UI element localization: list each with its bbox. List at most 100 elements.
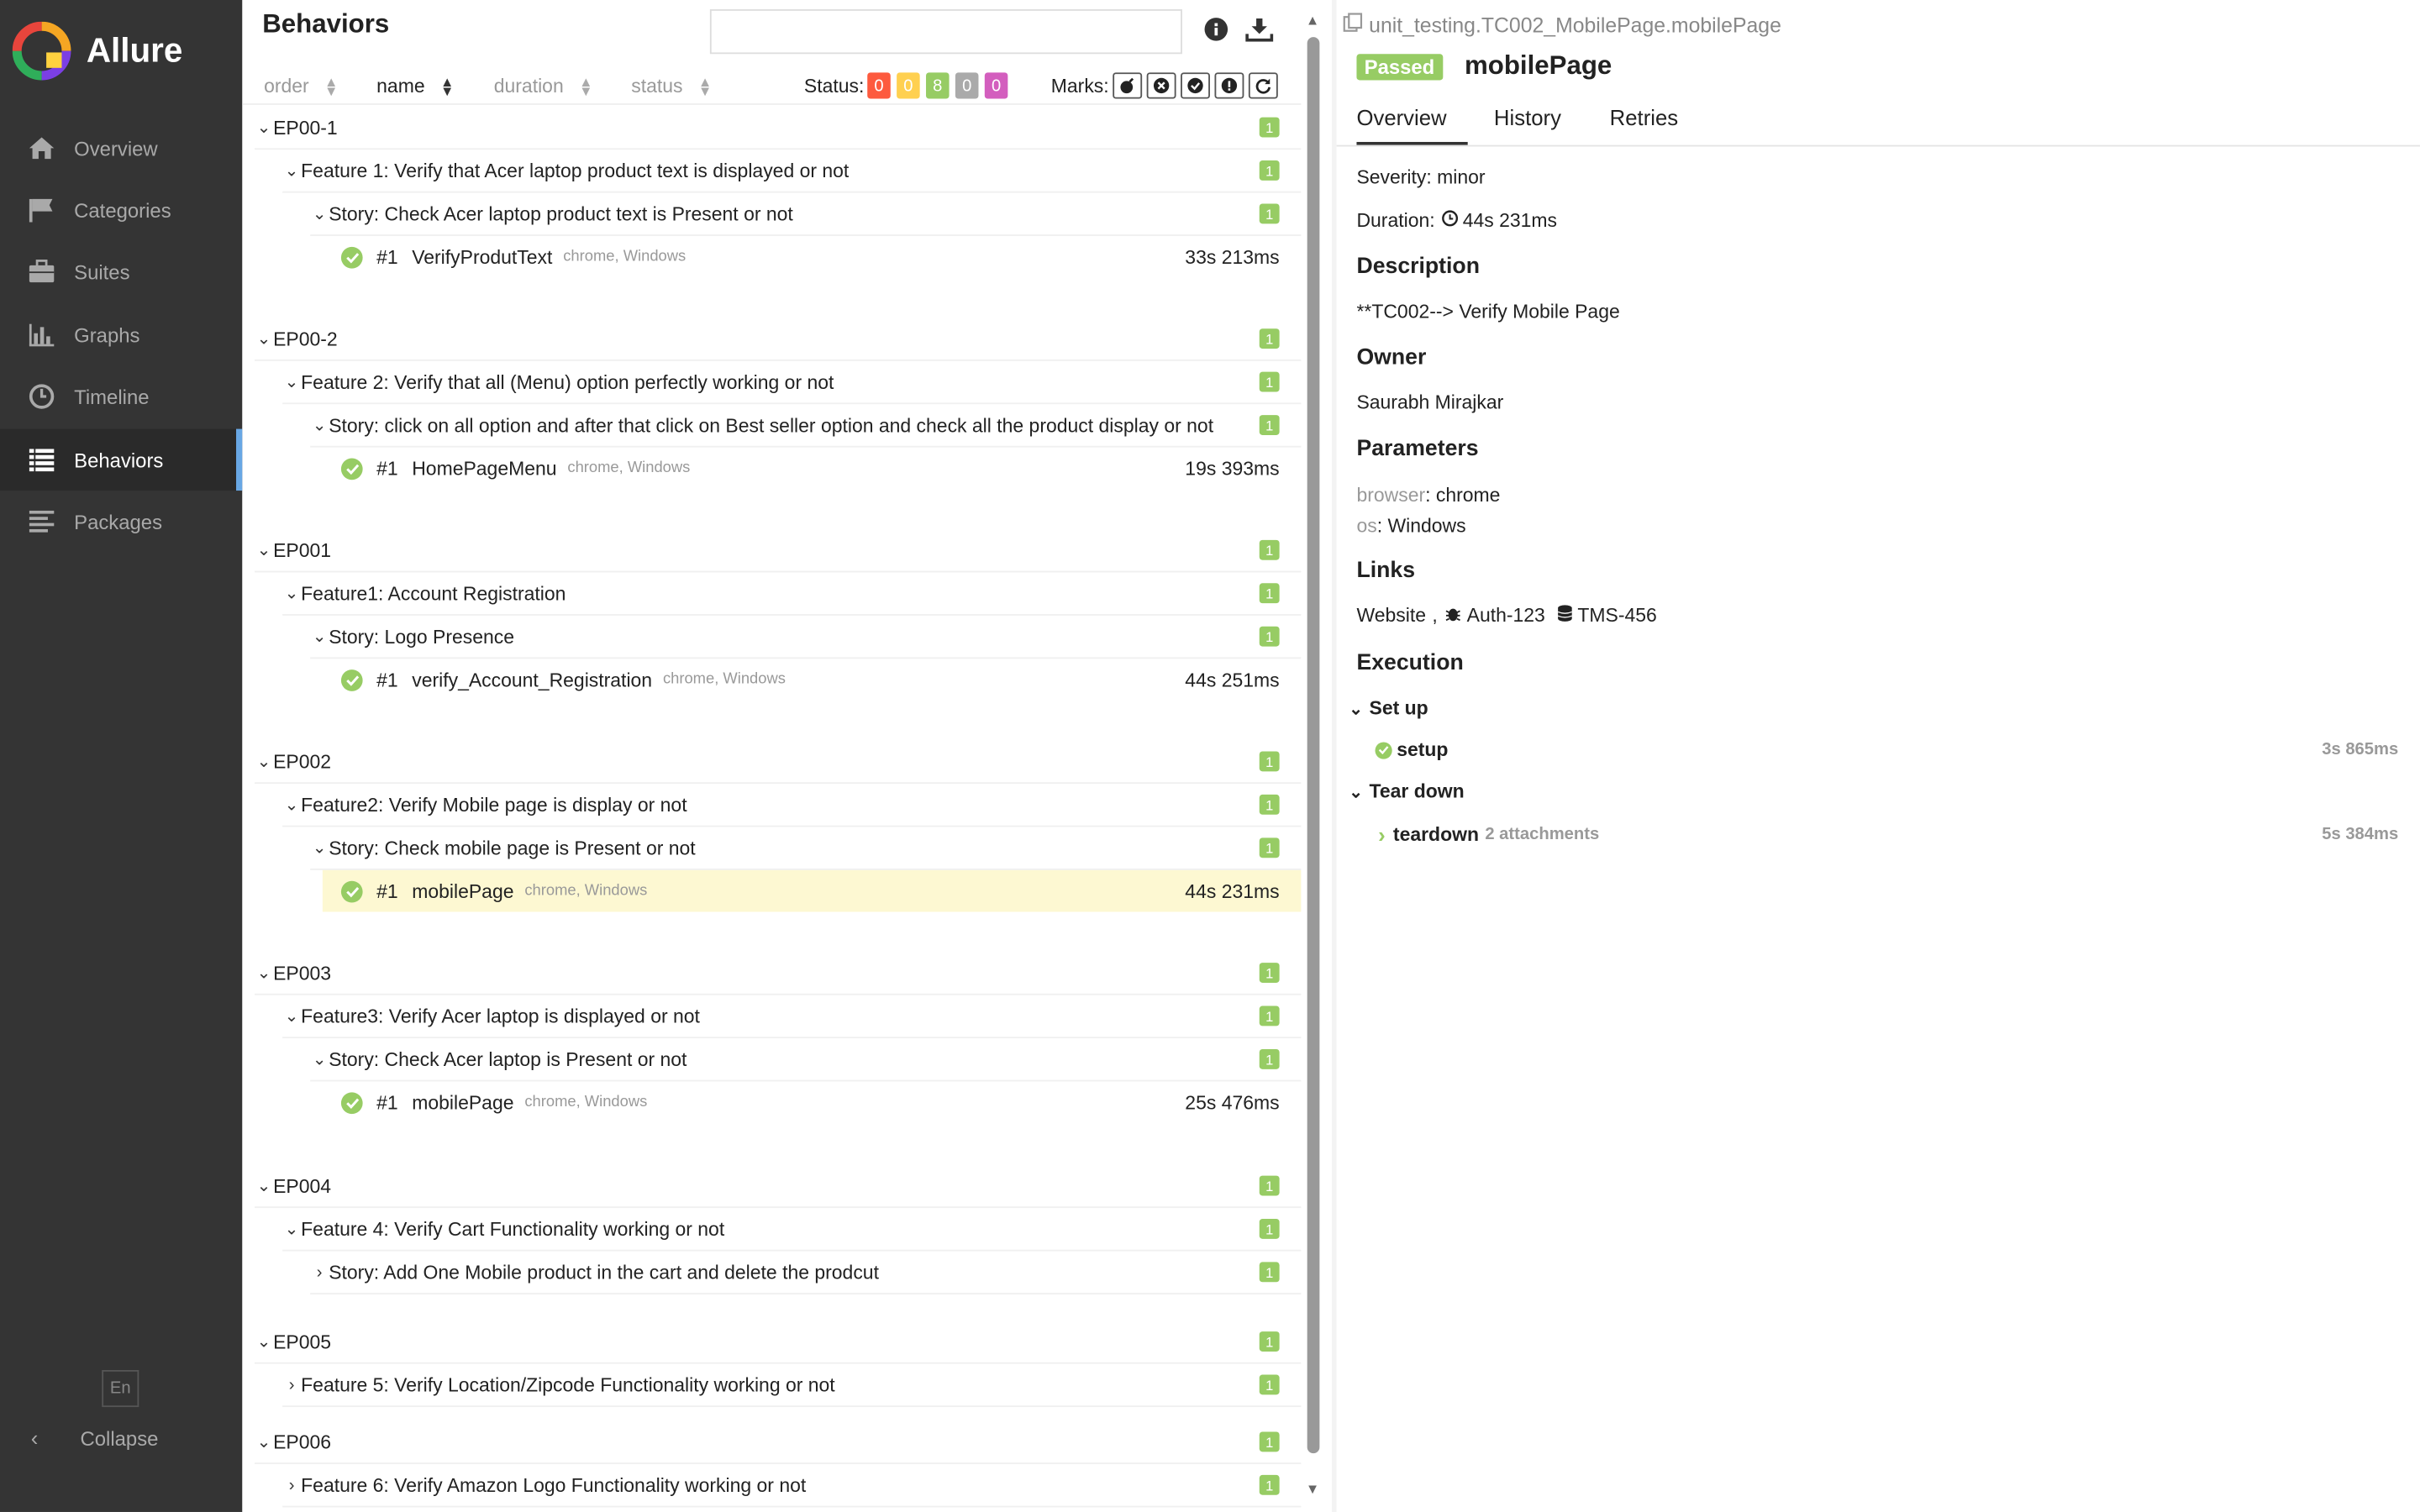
chevron-down-icon: ⌄ (284, 1007, 299, 1026)
feature-group[interactable]: › Feature 6: Verify Amazon Logo Functiona… (282, 1464, 1302, 1508)
collapse-button[interactable]: ‹ Collapse (0, 1416, 242, 1459)
status-passed-toggle[interactable]: 8 (926, 72, 950, 99)
test-duration: 33s 213ms (1185, 245, 1280, 268)
setup-step[interactable]: setup 3s 865ms (1375, 739, 2419, 760)
epic-group[interactable]: ⌄ EP00-1 1 (255, 107, 1302, 150)
duration-row: Duration: 44s 231ms (1356, 210, 1557, 232)
story-group[interactable]: ⌄ Story: Check Acer laptop product text i… (310, 193, 1302, 237)
feature-group[interactable]: ⌄ Feature1: Account Registration 1 (282, 572, 1302, 616)
search-input[interactable] (709, 9, 1182, 55)
feature-group[interactable]: ⌄ Feature3: Verify Acer laptop is display… (282, 995, 1302, 1039)
scrollbar-thumb[interactable] (1307, 37, 1320, 1454)
tab-retries[interactable]: Retries (1610, 105, 1678, 145)
brand[interactable]: Allure (12, 21, 182, 81)
sidebar-item-behaviors[interactable]: Behaviors (0, 428, 243, 491)
mark-new-broken-icon[interactable] (1214, 72, 1244, 99)
count-badge: 1 (1259, 1331, 1280, 1352)
sidebar-item-overview[interactable]: Overview (0, 118, 242, 179)
language-button[interactable]: En (102, 1369, 139, 1408)
feature-group[interactable]: ⌄ Feature 4: Verify Cart Functionality wo… (282, 1208, 1302, 1252)
feature-group[interactable]: › Feature 5: Verify Location/Zipcode Func… (282, 1364, 1302, 1408)
briefcase-icon (26, 256, 57, 287)
count-badge: 1 (1259, 1431, 1280, 1452)
epic-group[interactable]: ⌄ EP004 1 (255, 1165, 1302, 1209)
count-badge: 1 (1259, 1218, 1280, 1239)
tab-overview[interactable]: Overview (1356, 105, 1468, 145)
epic-group[interactable]: ⌄ EP001 1 (255, 529, 1302, 573)
sidebar: Allure Overview Categories Suites Graphs… (0, 0, 243, 1512)
step-name: teardown (1392, 823, 1479, 846)
story-group[interactable]: ⌄ Story: Check Acer laptop is Present or … (310, 1038, 1302, 1082)
test-row[interactable]: #1 verify_Account_Registration chrome, Win… (323, 659, 1301, 701)
epic-group[interactable]: ⌄ EP003 1 (255, 952, 1302, 995)
count-badge: 1 (1259, 117, 1280, 138)
count-badge: 1 (1259, 837, 1280, 858)
download-icon[interactable] (1245, 17, 1274, 45)
epic-group[interactable]: ⌄ EP006 1 (255, 1421, 1302, 1465)
count-badge: 1 (1259, 160, 1280, 181)
tms-link[interactable]: TMS-456 (1577, 605, 1656, 627)
epic-group[interactable]: ⌄ EP005 1 (255, 1320, 1302, 1364)
sidebar-item-categories[interactable]: Categories (0, 179, 242, 240)
epic-group[interactable]: ⌄ EP00-2 1 (255, 318, 1302, 361)
website-link[interactable]: Website (1356, 605, 1426, 627)
test-params: chrome, Windows (662, 670, 786, 689)
test-params: chrome, Windows (567, 459, 691, 477)
chevron-down-icon: ⌄ (284, 161, 299, 181)
story-group[interactable]: ⌄ Story: Check mobile page is Present or … (310, 827, 1302, 870)
test-duration: 44s 231ms (1185, 879, 1280, 902)
feature-group[interactable]: ⌄ Feature 2: Verify that all (Menu) optio… (282, 361, 1302, 405)
copy-icon[interactable] (1343, 13, 1363, 37)
sort-order[interactable]: order ▲ ▼ (264, 74, 338, 97)
status-skipped-toggle[interactable]: 0 (955, 72, 979, 99)
scroll-down-icon[interactable]: ▼ (1306, 1481, 1319, 1496)
info-icon[interactable] (1204, 17, 1232, 45)
status-badge: Passed (1356, 54, 1443, 81)
description-text: **TC002--> Verify Mobile Page (1356, 301, 1620, 323)
status-unknown-toggle[interactable]: 0 (984, 72, 1008, 99)
sidebar-item-suites[interactable]: Suites (0, 241, 242, 302)
test-row-selected[interactable]: #1 mobilePage chrome, Windows 44s 231ms (322, 869, 1302, 912)
test-number: #1 (376, 1091, 398, 1114)
story-group[interactable]: › Story: Add One Mobile product in the ca… (310, 1252, 1302, 1294)
test-row[interactable]: #1 mobilePage chrome, Windows 25s 476ms (323, 1082, 1301, 1124)
mark-new-passed-icon[interactable] (1181, 72, 1210, 99)
story-group[interactable]: ⌄ Story: Logo Presence 1 (310, 616, 1302, 659)
sidebar-item-label: Behaviors (74, 448, 164, 472)
test-number: #1 (376, 457, 398, 480)
teardown-section[interactable]: ⌄ Tear down (1349, 780, 1464, 802)
epic-group[interactable]: ⌄ EP002 1 (255, 741, 1302, 785)
mark-new-failed-icon[interactable] (1146, 72, 1176, 99)
sort-duration[interactable]: duration ▲ ▼ (494, 74, 593, 97)
test-path: unit_testing.TC002_MobilePage.mobilePage (1343, 13, 1781, 37)
count-badge: 1 (1259, 583, 1280, 604)
story-group[interactable]: ⌄ Story: click on all option and after th… (310, 404, 1302, 448)
test-params: chrome, Windows (563, 248, 687, 265)
test-duration: 19s 393ms (1185, 457, 1280, 480)
sort-status[interactable]: status ▲ ▼ (631, 74, 712, 97)
feature-group[interactable]: ⌄ Feature2: Verify Mobile page is display… (282, 784, 1302, 827)
test-row[interactable]: #1 HomePageMenu chrome, Windows 19s 393ms (323, 448, 1301, 490)
feature-name: Feature 6: Verify Amazon Logo Functional… (301, 1473, 807, 1496)
mark-retries-icon[interactable] (1248, 72, 1278, 99)
page-title: Behaviors (262, 9, 390, 39)
tab-history[interactable]: History (1494, 105, 1561, 145)
teardown-step[interactable]: › teardown 2 attachments 5s 384ms (1375, 822, 2419, 847)
feature-group[interactable]: ⌄ Feature 1: Verify that Acer laptop prod… (282, 150, 1302, 193)
scroll-up-icon[interactable]: ▲ (1306, 13, 1319, 28)
sidebar-item-timeline[interactable]: Timeline (0, 365, 242, 427)
issue-link[interactable]: Auth-123 (1467, 605, 1545, 627)
mark-flaky-icon[interactable] (1113, 72, 1143, 99)
setup-section[interactable]: ⌄ Set up (1349, 697, 1428, 719)
sort-name[interactable]: name ▲ ▼ (376, 74, 454, 97)
sidebar-item-graphs[interactable]: Graphs (0, 304, 242, 365)
status-failed-toggle[interactable]: 0 (867, 72, 891, 99)
count-badge: 1 (1259, 328, 1280, 349)
links-heading: Links (1356, 558, 1416, 584)
test-row[interactable]: #1 VerifyProdutText chrome, Windows 33s 213… (323, 236, 1301, 278)
collapse-label: Collapse (80, 1426, 159, 1450)
sort-order-label: order (264, 75, 309, 97)
sidebar-item-packages[interactable]: Packages (0, 491, 242, 552)
feature-name: Feature 4: Verify Cart Functionality wor… (301, 1218, 725, 1240)
status-broken-toggle[interactable]: 0 (897, 72, 920, 99)
